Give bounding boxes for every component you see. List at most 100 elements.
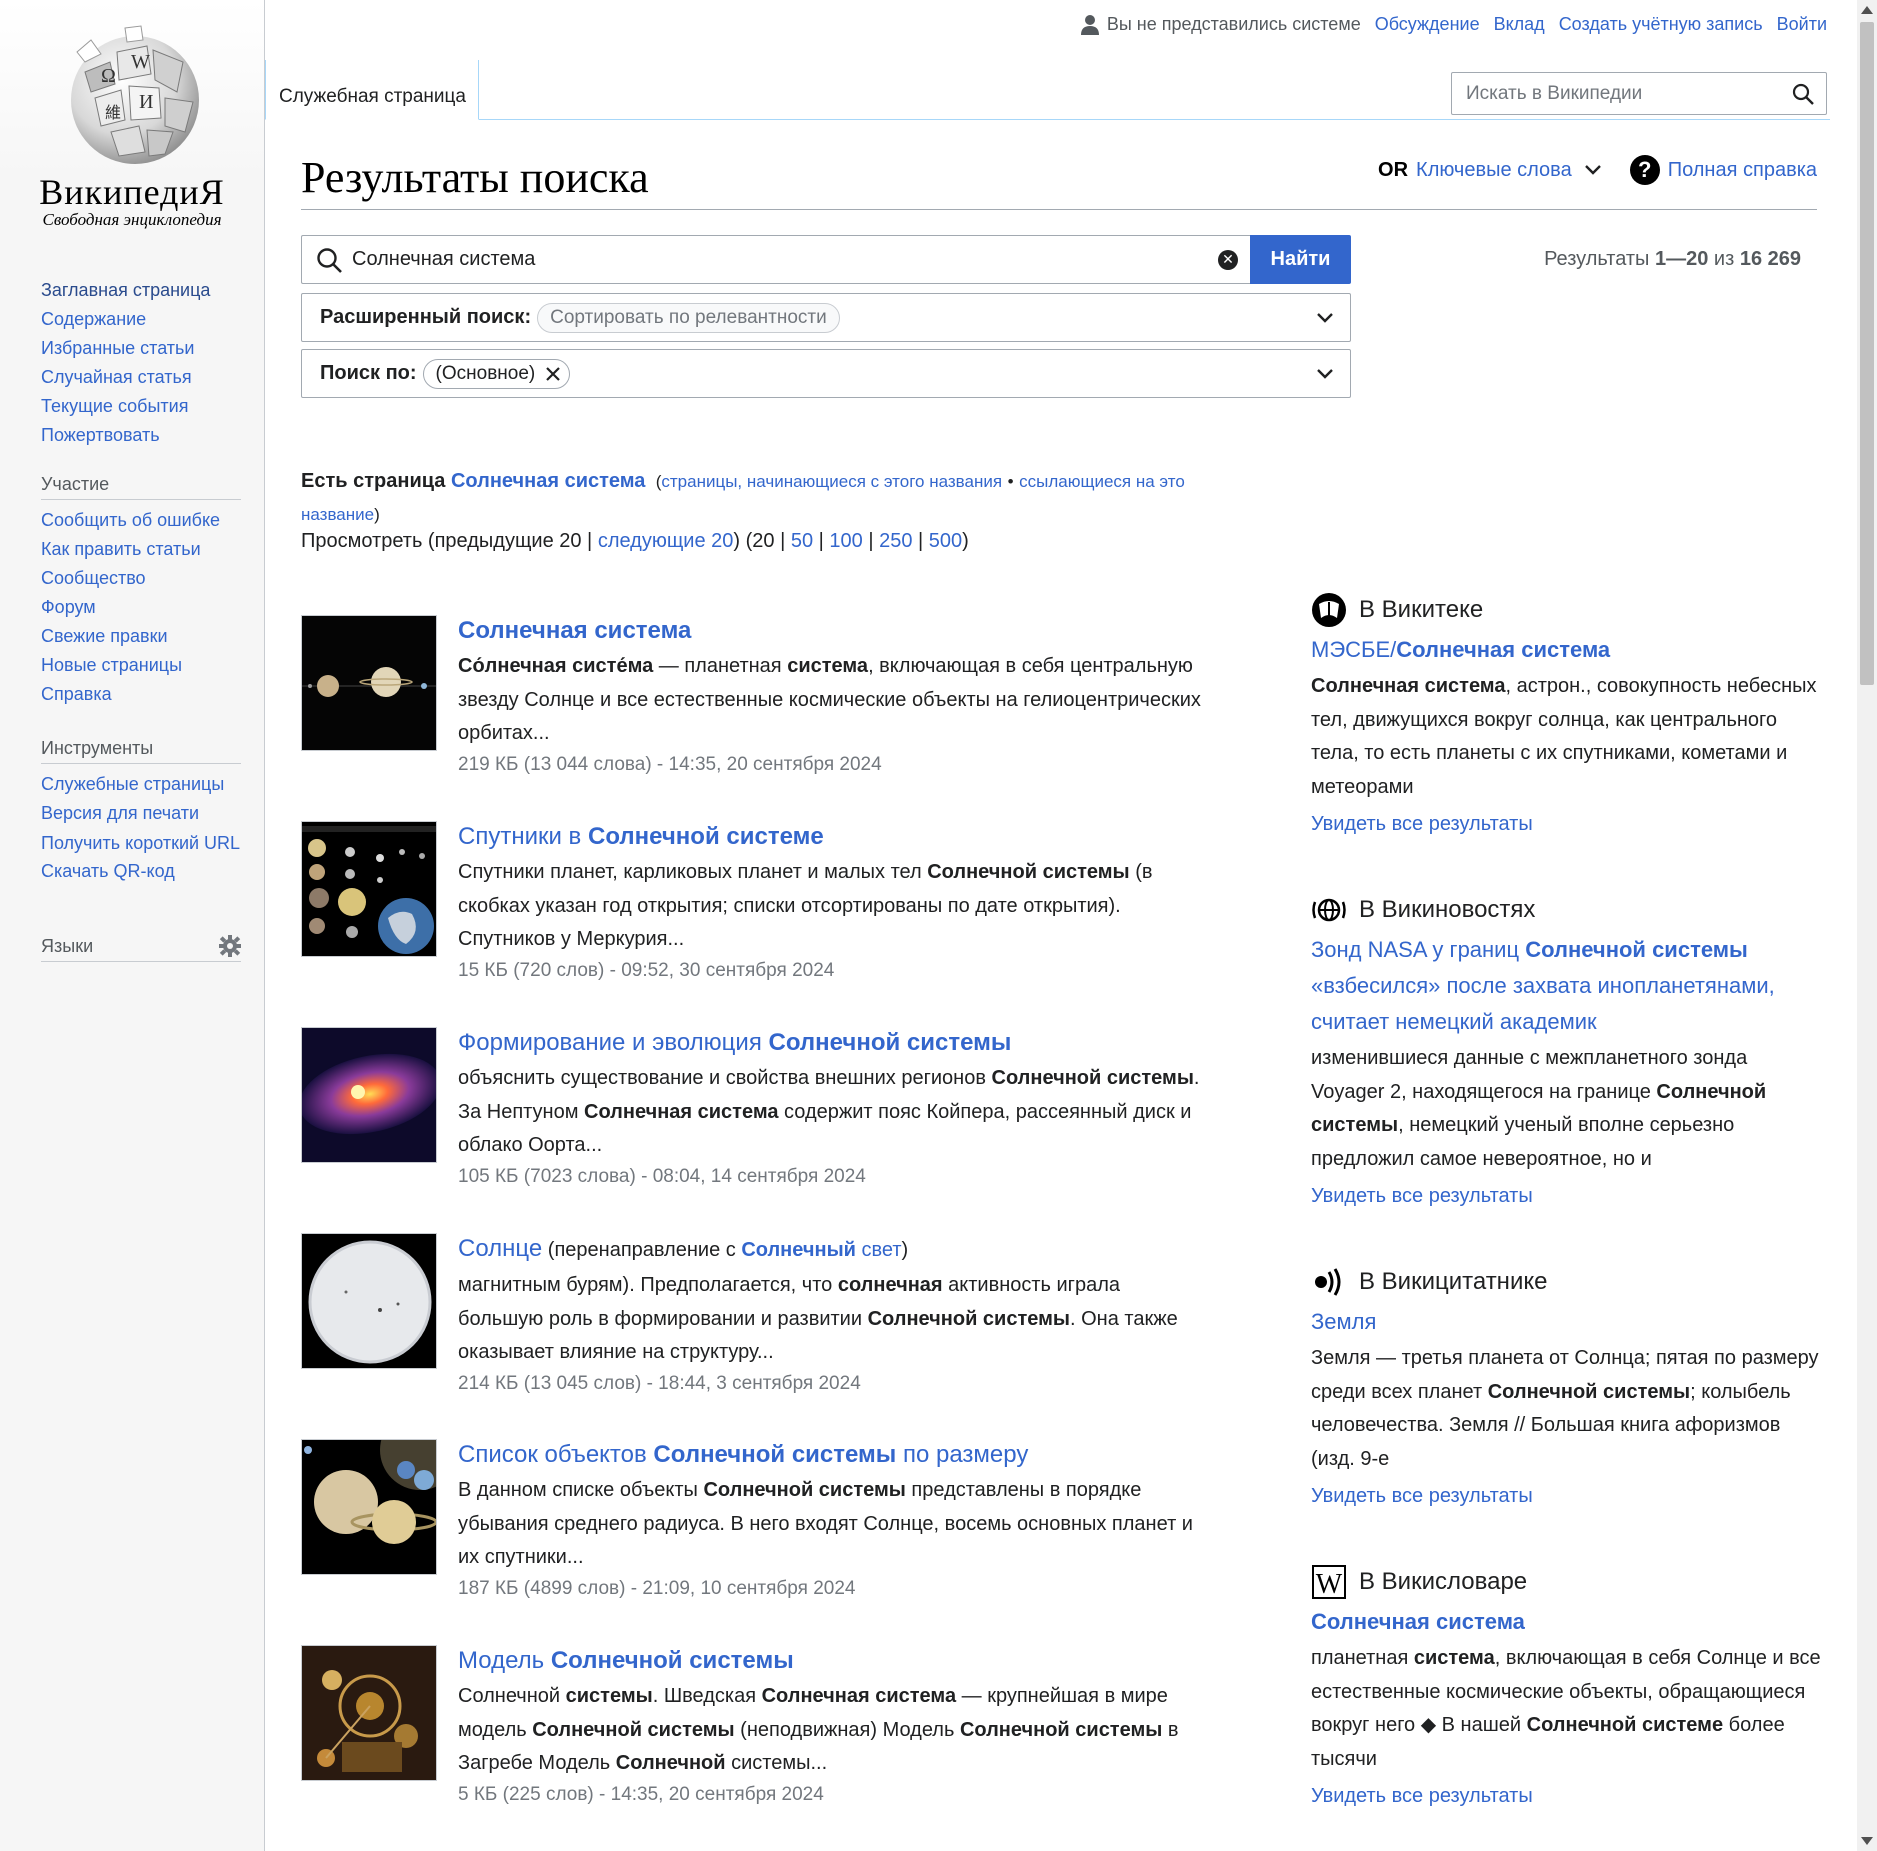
namespace-chip-label: (Основное) bbox=[435, 362, 536, 384]
sidebar-item-print-version[interactable]: Версия для печати bbox=[41, 799, 241, 828]
search-input[interactable]: Солнечная система ✕ bbox=[301, 235, 1250, 284]
find-button[interactable]: Найти bbox=[1250, 235, 1351, 284]
result-title-link[interactable]: Солнечная система bbox=[458, 617, 691, 644]
sidebar-main-nav: Заглавная страница Содержание Избранные … bbox=[41, 276, 241, 450]
sidebar-item-donate[interactable]: Пожертвовать bbox=[41, 421, 241, 450]
namespace-chip[interactable]: (Основное) bbox=[422, 358, 571, 389]
sidebar-item-community[interactable]: Сообщество bbox=[41, 564, 241, 593]
contributions-link[interactable]: Вклад bbox=[1494, 14, 1545, 35]
top-search-input[interactable]: Искать в Википедии bbox=[1451, 72, 1827, 115]
sidebar-heading-participation: Участие bbox=[41, 474, 241, 500]
sidebar-item-qr-code[interactable]: Скачать QR-код bbox=[41, 857, 241, 886]
help-label: Полная справка bbox=[1667, 158, 1817, 181]
sidebar-tools-nav: Инструменты Служебные страницы Версия дл… bbox=[41, 738, 241, 886]
result-title-link[interactable]: Модель Солнечной системы bbox=[458, 1647, 794, 1674]
search-icon[interactable] bbox=[1792, 83, 1814, 105]
result-thumbnail[interactable] bbox=[301, 1233, 437, 1369]
exists-link[interactable]: Солнечная система bbox=[451, 470, 645, 492]
redirect-note: (перенаправление с Солнечный свет) bbox=[542, 1239, 909, 1261]
keywords-dropdown[interactable]: OR Ключевые слова bbox=[1378, 159, 1602, 182]
sister-project-block: В Викитеке МЭСБЕ/Солнечная система Солнечн… bbox=[1311, 588, 1821, 844]
sister-result-title[interactable]: Солнечная система bbox=[1311, 1604, 1821, 1640]
help-link[interactable]: ? Полная справка bbox=[1629, 155, 1817, 185]
paren-open: ( bbox=[651, 472, 662, 491]
scroll-thumb[interactable] bbox=[1860, 22, 1874, 685]
sidebar-item-how-to-edit[interactable]: Как править статьи bbox=[41, 535, 241, 564]
result-title-link[interactable]: Спутники в Солнечной системе bbox=[458, 823, 824, 850]
results-range: 1—20 bbox=[1654, 248, 1709, 270]
scrollbar[interactable] bbox=[1857, 0, 1877, 1851]
search-result: Солнечная система Со́лнечная систе́ма — п… bbox=[301, 615, 1201, 821]
namespace-panel[interactable]: Поиск по: (Основное) bbox=[301, 349, 1351, 398]
result-title-link[interactable]: Список объектов Солнечной системы по раз… bbox=[458, 1441, 1028, 1468]
view-250-link[interactable]: 250 bbox=[879, 530, 912, 552]
sidebar-item-contents[interactable]: Содержание bbox=[41, 305, 241, 334]
personal-tools: Вы не представились системе Обсуждение В… bbox=[1080, 14, 1827, 35]
result-title-link[interactable]: Солнце bbox=[458, 1235, 542, 1262]
talk-link[interactable]: Обсуждение bbox=[1375, 14, 1480, 35]
sidebar-item-main-page[interactable]: Заглавная страница bbox=[41, 276, 241, 305]
result-title: Модель Солнечной системы bbox=[458, 1645, 1201, 1677]
see-all-results-link[interactable]: Увидеть все результаты bbox=[1311, 1476, 1821, 1516]
view-100-link[interactable]: 100 bbox=[829, 530, 862, 552]
sidebar-item-help[interactable]: Справка bbox=[41, 680, 241, 709]
scroll-up-arrow-icon[interactable] bbox=[1861, 6, 1873, 14]
sister-project-heading: W В Викисловаре bbox=[1311, 1560, 1821, 1604]
gear-icon[interactable] bbox=[219, 935, 241, 957]
advanced-search-panel[interactable]: Расширенный поиск: Сортировать по релева… bbox=[301, 293, 1351, 342]
sister-project-heading: В Викицитатнике bbox=[1311, 1260, 1821, 1304]
chevron-down-icon bbox=[1584, 165, 1601, 175]
see-all-results-link[interactable]: Увидеть все результаты bbox=[1311, 1176, 1821, 1216]
sister-result-title[interactable]: Зонд NASA у границ Солнечной системы «вз… bbox=[1311, 932, 1821, 1040]
sidebar-item-recent-changes[interactable]: Свежие правки bbox=[41, 622, 241, 651]
sidebar-item-short-url[interactable]: Получить короткий URL bbox=[41, 833, 241, 853]
top-search-placeholder: Искать в Википедии bbox=[1466, 82, 1643, 104]
close-icon[interactable] bbox=[545, 366, 561, 382]
search-results: Солнечная система Со́лнечная систе́ма — п… bbox=[301, 615, 1201, 1851]
exact-page-notice: Есть страница Солнечная система (страниц… bbox=[301, 465, 1201, 531]
prefix-pages-link[interactable]: страницы, начинающиеся с этого названия bbox=[661, 472, 1002, 491]
create-account-link[interactable]: Создать учётную запись bbox=[1559, 14, 1763, 35]
sidebar-item-new-pages[interactable]: Новые страницы bbox=[41, 651, 241, 680]
title-row: Результаты поиска OR Ключевые слова ? По… bbox=[301, 140, 1817, 210]
globe-letter-wei: 維 bbox=[105, 103, 121, 122]
next-20-link[interactable]: следующие 20 bbox=[598, 530, 734, 552]
login-link[interactable]: Войти bbox=[1777, 14, 1827, 35]
sidebar-item-random[interactable]: Случайная статья bbox=[41, 363, 241, 392]
view-50-link[interactable]: 50 bbox=[791, 530, 813, 552]
view-current: 20 bbox=[752, 530, 775, 552]
sister-project-block: В Викиновостях Зонд NASA у границ Солнечн… bbox=[1311, 888, 1821, 1216]
result-title: Солнечная система bbox=[458, 615, 1201, 647]
result-thumbnail[interactable] bbox=[301, 1027, 437, 1163]
result-title-link[interactable]: Формирование и эволюция Солнечной систем… bbox=[458, 1029, 1011, 1056]
sidebar-item-current-events[interactable]: Текущие события bbox=[41, 392, 241, 421]
result-thumbnail[interactable] bbox=[301, 1439, 437, 1575]
sister-result-title[interactable]: МЭСБЕ/Солнечная система bbox=[1311, 632, 1821, 668]
sidebar-item-featured[interactable]: Избранные статьи bbox=[41, 334, 241, 363]
sister-result-snippet: Солнечная система, астрон., совокупность… bbox=[1311, 675, 1817, 798]
search-result: Формирование и эволюция Солнечной систем… bbox=[301, 1027, 1201, 1233]
sister-result-title[interactable]: Земля bbox=[1311, 1304, 1821, 1340]
result-thumbnail[interactable] bbox=[301, 821, 437, 957]
sister-projects: В Викитеке МЭСБЕ/Солнечная система Солнечн… bbox=[1311, 588, 1821, 1851]
result-snippet: Спутники планет, карликовых планет и мал… bbox=[458, 861, 1153, 950]
view-500-link[interactable]: 500 bbox=[929, 530, 962, 552]
sister-project-block: W В Викисловаре Солнечная система планетная… bbox=[1311, 1560, 1821, 1816]
sidebar-heading-label: Языки bbox=[41, 935, 94, 956]
redirect-link[interactable]: Солнечный свет bbox=[741, 1239, 901, 1261]
pagination: Просмотреть (предыдущие 20 | следующие 2… bbox=[301, 530, 969, 552]
wikipedia-logo[interactable]: Ω W И 維 ВикипедиЯ Свободная энциклопедия bbox=[32, 22, 232, 229]
see-all-results-link[interactable]: Увидеть все результаты bbox=[1311, 804, 1821, 844]
sidebar-item-forum[interactable]: Форум bbox=[41, 593, 241, 622]
clear-search-icon[interactable]: ✕ bbox=[1218, 249, 1238, 270]
tab-special-page[interactable]: Служебная страница bbox=[265, 60, 479, 120]
or-label: OR bbox=[1378, 158, 1409, 181]
result-meta: 214 КБ (13 045 слов) - 18:44, 3 сентября… bbox=[458, 1372, 861, 1394]
see-all-results-link[interactable]: Увидеть все результаты bbox=[1311, 1776, 1821, 1816]
scroll-down-arrow-icon[interactable] bbox=[1861, 1837, 1873, 1845]
result-thumbnail[interactable] bbox=[301, 1645, 437, 1781]
result-thumbnail[interactable] bbox=[301, 615, 437, 751]
sidebar-item-report-error[interactable]: Сообщить об ошибке bbox=[41, 506, 241, 535]
results-count: Результаты 1—20 из 16 269 bbox=[1544, 248, 1801, 271]
sidebar-item-special-pages[interactable]: Служебные страницы bbox=[41, 770, 241, 799]
